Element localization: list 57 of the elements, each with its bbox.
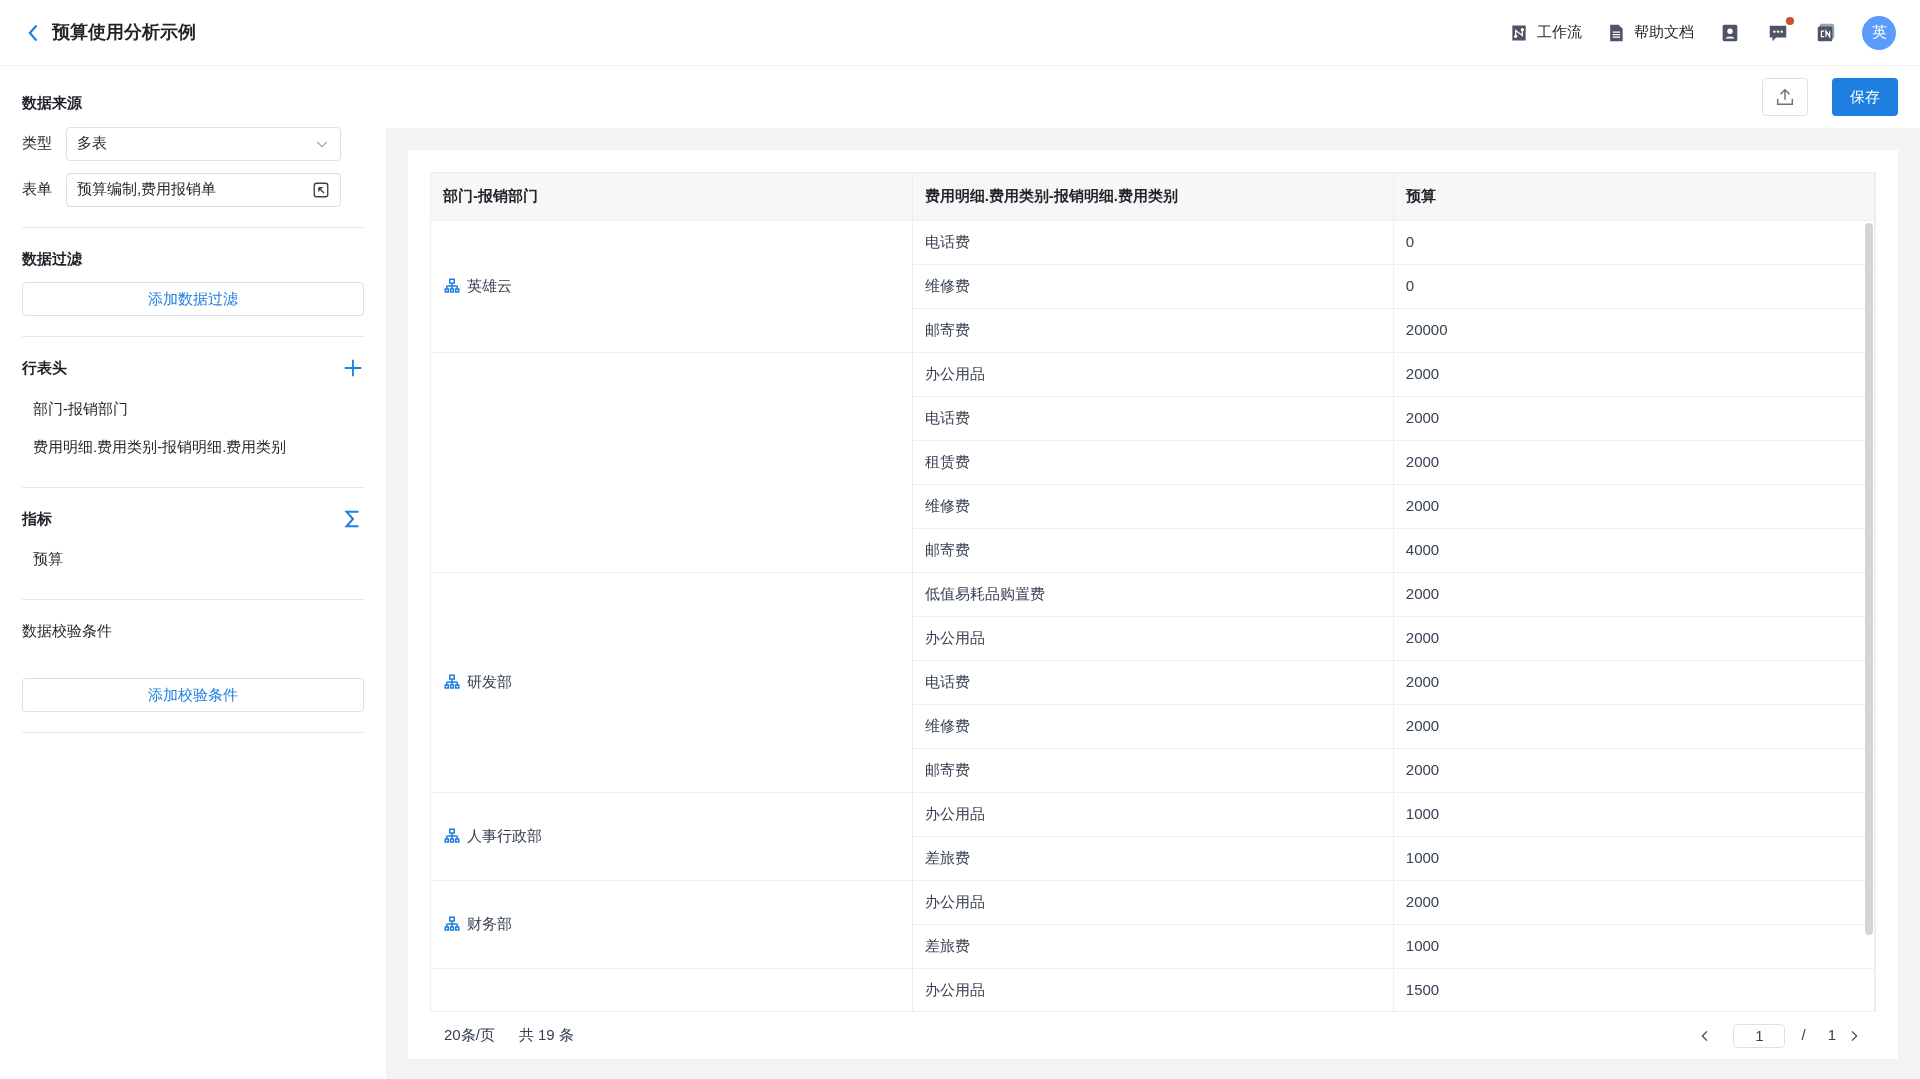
column-header: 费用明细.费用类别-报销明细.费用类别 (912, 173, 1394, 220)
table-cell: 差旅费 (912, 836, 1394, 880)
section-title: 指标 (22, 508, 52, 529)
form-picker-field[interactable]: 预算编制,费用报销单 (66, 172, 341, 207)
table-cell: 维修费 (912, 704, 1394, 748)
language-icon (1815, 21, 1837, 44)
department-name: 研发部 (467, 671, 512, 692)
department-name: 人事行政部 (467, 825, 542, 846)
table-cell: 邮寄费 (912, 748, 1394, 792)
org-chart-icon (443, 277, 461, 295)
page-count: 1 (1827, 1025, 1836, 1046)
department-name: 英雄云 (467, 275, 512, 296)
table-cell: 维修费 (912, 264, 1394, 308)
add-filter-button[interactable]: 添加数据过滤 (22, 282, 364, 316)
save-button[interactable]: 保存 (1832, 78, 1898, 116)
section-title: 数据过滤 (22, 248, 83, 269)
field-label: 表单 (22, 179, 53, 200)
scrollbar-thumb[interactable] (1865, 223, 1873, 935)
table-cell: 租赁费 (912, 440, 1394, 484)
table-cell: 邮寄费 (912, 308, 1394, 352)
section-title: 行表头 (22, 358, 67, 378)
department-name: 财务部 (467, 913, 512, 934)
org-chart-icon (443, 915, 461, 933)
back-button[interactable]: 预算使用分析示例 (24, 19, 196, 46)
table-cell: 办公用品 (912, 616, 1394, 660)
org-chart-icon (443, 827, 461, 845)
column-header: 预算 (1393, 173, 1875, 220)
table-cell: 办公用品 (912, 968, 1394, 1011)
help-docs-link[interactable]: 帮助文档 (1606, 21, 1694, 44)
page-separator: / (1801, 1025, 1806, 1046)
table-cell: 电话费 (912, 220, 1394, 264)
table-cell: 办公用品 (912, 792, 1394, 836)
upload-icon (1774, 86, 1796, 108)
add-validation-button[interactable]: 添加校验条件 (22, 678, 364, 712)
type-select[interactable]: 多表 (66, 126, 341, 161)
section-title: 数据校验条件 (22, 620, 113, 641)
page-size-label[interactable]: 20条/页 (444, 1024, 495, 1047)
list-item[interactable]: 预算 (22, 540, 364, 579)
table-cell: 1500 (1393, 968, 1875, 1011)
column-header: 部门-报销部门 (431, 173, 913, 220)
total-count: 共 19 条 (518, 1025, 574, 1046)
section-title: 数据来源 (22, 93, 83, 113)
upload-button[interactable] (1762, 78, 1808, 116)
list-item[interactable]: 部门-报销部门 (22, 389, 364, 428)
workflow-link[interactable]: 工作流 (1509, 21, 1582, 44)
field-label: 类型 (22, 133, 53, 154)
table-cell: 办公用品 (912, 352, 1394, 396)
page-input[interactable]: 1 (1733, 1023, 1786, 1048)
table-cell: 低值易耗品购置费 (912, 572, 1394, 616)
table-cell: 维修费 (912, 484, 1394, 528)
table-cell: 电话费 (912, 660, 1394, 704)
table-cell: 办公用品 (912, 880, 1394, 924)
table-cell: 差旅费 (912, 924, 1394, 968)
org-chart-icon (443, 673, 461, 691)
table-cell: 邮寄费 (912, 528, 1394, 572)
list-item[interactable]: 费用明细.费用类别-报销明细.费用类别 (22, 428, 364, 467)
table-cell: 电话费 (912, 396, 1394, 440)
